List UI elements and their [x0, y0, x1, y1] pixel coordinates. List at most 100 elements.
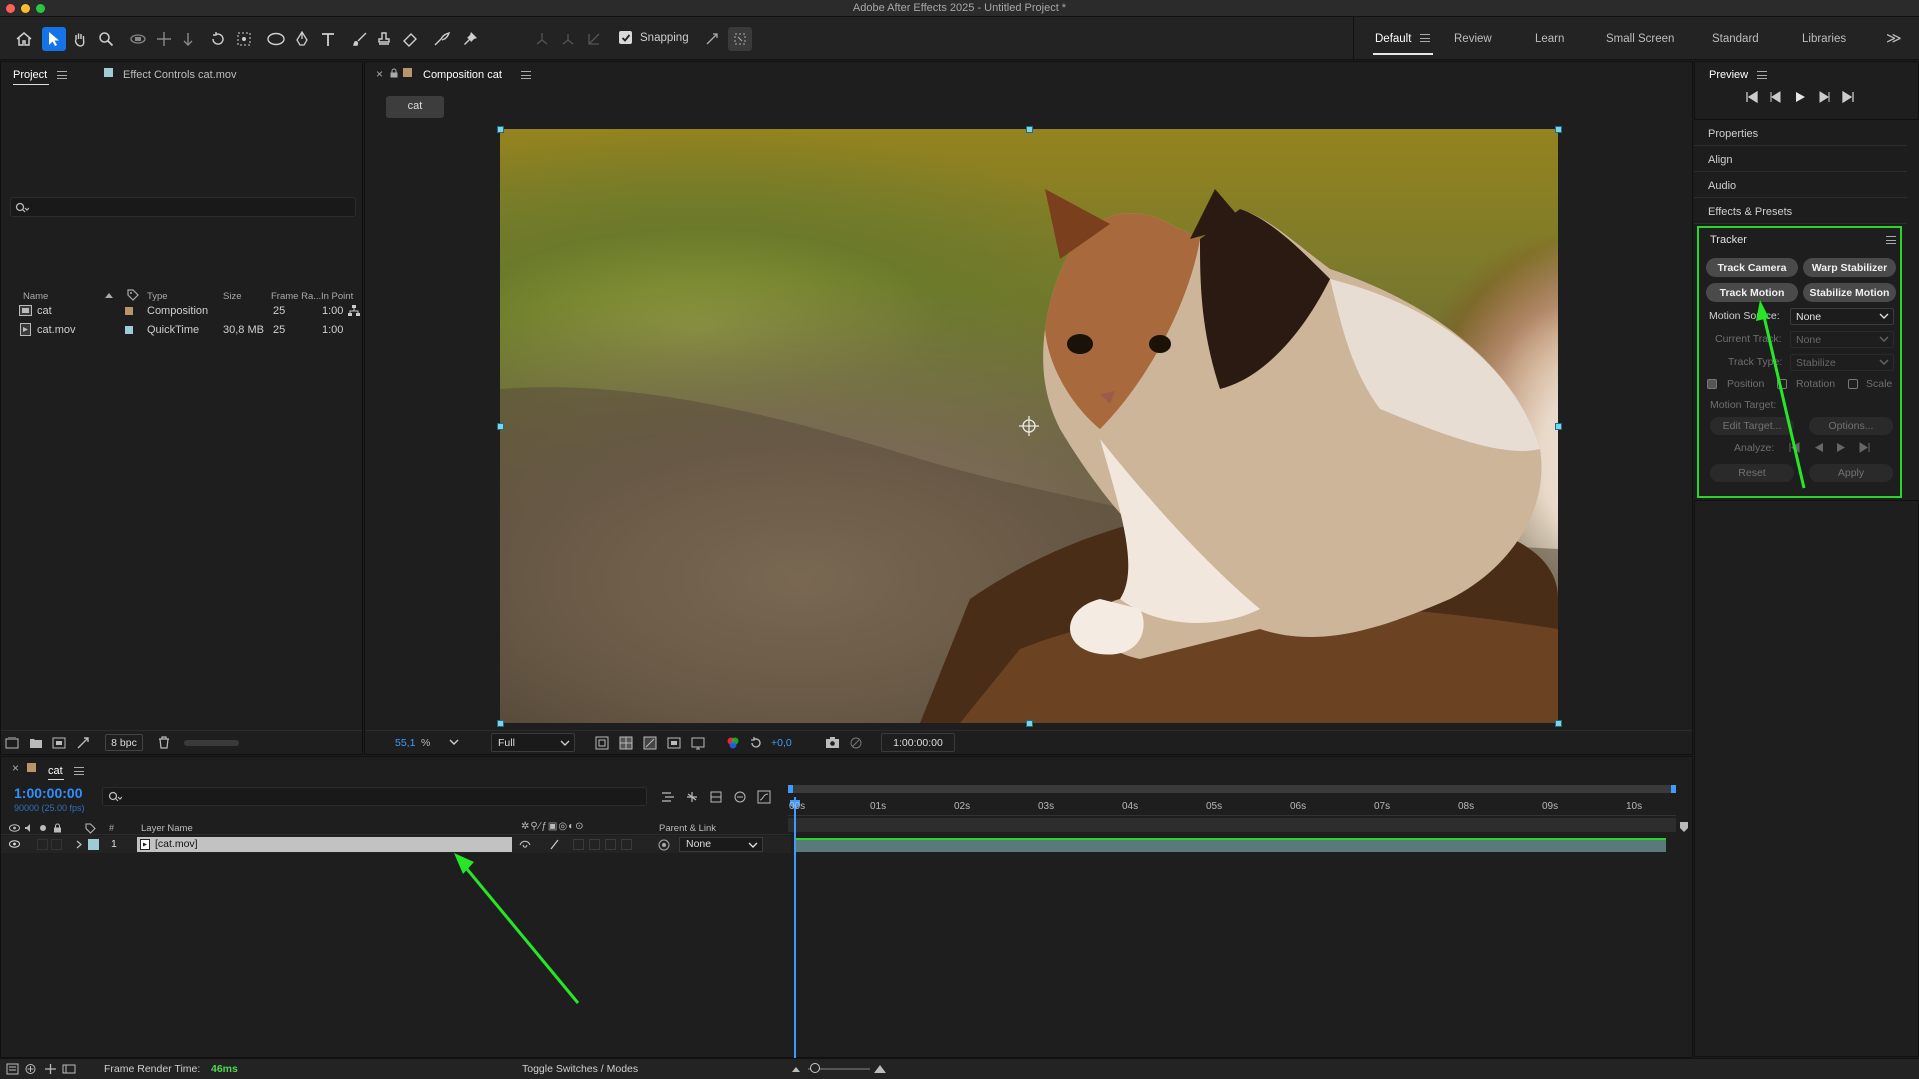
- column-frame-rate[interactable]: Frame Ra...: [271, 291, 321, 302]
- previous-frame-icon[interactable]: [1769, 91, 1783, 103]
- exposure-value[interactable]: +0,0: [771, 737, 792, 749]
- comp-panel-menu-icon[interactable]: [521, 71, 531, 79]
- rotation-tool-icon[interactable]: [206, 27, 230, 51]
- analyze-forward-one-icon[interactable]: [1859, 442, 1871, 453]
- column-in-point[interactable]: In Point: [321, 291, 353, 302]
- options-button[interactable]: Options...: [1809, 417, 1893, 435]
- track-motion-button[interactable]: Track Motion: [1706, 283, 1798, 302]
- panel-audio[interactable]: Audio: [1694, 173, 1907, 198]
- expand-transfer-controls-icon[interactable]: [44, 1063, 57, 1075]
- 3d-view-icon[interactable]: [691, 736, 705, 750]
- thumbnail-size-slider[interactable]: [184, 740, 239, 746]
- project-item-cat[interactable]: cat Composition 25 1:00: [15, 302, 360, 320]
- brush-tool-icon[interactable]: [348, 27, 372, 51]
- label-column-icon[interactable]: [85, 823, 96, 834]
- panel-properties[interactable]: Properties: [1694, 121, 1907, 146]
- snap-features-icon[interactable]: [728, 27, 752, 51]
- parent-link-header[interactable]: Parent & Link: [659, 823, 716, 834]
- layer-label-swatch[interactable]: [88, 839, 99, 850]
- track-camera-button[interactable]: Track Camera: [1706, 258, 1798, 277]
- current-time-indicator[interactable]: [794, 797, 796, 1059]
- bit-depth-button[interactable]: 8 bpc: [105, 734, 143, 751]
- new-folder-icon[interactable]: [29, 737, 43, 749]
- close-tab-icon[interactable]: ×: [12, 761, 19, 775]
- position-checkbox[interactable]: [1707, 379, 1717, 389]
- tab-composition-cat[interactable]: Composition cat: [423, 69, 502, 81]
- mask-visibility-icon[interactable]: [643, 736, 657, 750]
- panel-effects-presets[interactable]: Effects & Presets: [1694, 199, 1907, 224]
- workspace-overflow-icon[interactable]: ≫: [1886, 29, 1902, 47]
- orbit-camera-icon[interactable]: [126, 27, 150, 51]
- track-type-select[interactable]: Stabilize: [1790, 354, 1894, 371]
- work-area-end-handle[interactable]: [1671, 785, 1676, 793]
- reset-exposure-icon[interactable]: [749, 736, 763, 750]
- resolution-select[interactable]: Full: [491, 733, 575, 752]
- work-area-start-handle[interactable]: [788, 785, 793, 793]
- zoom-dropdown-chevron-icon[interactable]: [449, 738, 459, 746]
- preview-menu-icon[interactable]: [1757, 71, 1767, 79]
- parent-pick-whip-icon[interactable]: [658, 839, 670, 851]
- transform-handle-top-right[interactable]: [1555, 126, 1562, 133]
- tracker-menu-icon[interactable]: [1886, 236, 1896, 244]
- clone-stamp-icon[interactable]: [372, 27, 396, 51]
- column-type[interactable]: Type: [147, 291, 168, 302]
- dependencies-icon[interactable]: [76, 736, 90, 750]
- type-tool-icon[interactable]: [316, 27, 340, 51]
- hide-shy-layers-icon[interactable]: [709, 790, 723, 804]
- workspace-menu-icon[interactable]: [1420, 34, 1430, 42]
- shy-switch-icon[interactable]: [519, 839, 531, 850]
- analyze-backward-one-icon[interactable]: [1788, 442, 1800, 453]
- flowchart-icon[interactable]: [348, 305, 360, 317]
- snapping-checkbox[interactable]: [619, 31, 632, 44]
- comp-marker-bin-icon[interactable]: [1679, 821, 1689, 833]
- label-color-swatch[interactable]: [125, 326, 133, 334]
- zoom-value[interactable]: 55,1: [395, 737, 415, 749]
- transform-handle-top[interactable]: [1026, 126, 1033, 133]
- column-name[interactable]: Name: [23, 291, 48, 302]
- current-time-display[interactable]: 1:00:00:00: [881, 733, 955, 752]
- draft-3d-icon[interactable]: [685, 790, 699, 804]
- transform-handle-bottom-right[interactable]: [1555, 720, 1562, 727]
- project-search-input[interactable]: [10, 197, 356, 217]
- audio-icon[interactable]: [24, 823, 34, 833]
- tab-project[interactable]: Project: [13, 69, 47, 81]
- render-queue-icon[interactable]: [6, 1063, 19, 1075]
- parent-select[interactable]: None: [679, 837, 763, 852]
- lock-icon[interactable]: [389, 68, 399, 78]
- timeline-current-time[interactable]: 1:00:00:00: [14, 785, 83, 801]
- transform-handle-bottom[interactable]: [1026, 720, 1033, 727]
- hand-tool-icon[interactable]: [68, 27, 92, 51]
- ellipse-tool-icon[interactable]: [264, 27, 288, 51]
- layer-solo-toggle[interactable]: [37, 839, 48, 850]
- home-icon[interactable]: [12, 27, 36, 51]
- first-frame-icon[interactable]: [1745, 91, 1759, 103]
- next-frame-icon[interactable]: [1817, 91, 1831, 103]
- frame-blending-icon[interactable]: [733, 790, 747, 804]
- guides-icon[interactable]: [667, 736, 681, 750]
- new-composition-icon[interactable]: [52, 737, 66, 749]
- show-snapshot-icon[interactable]: [849, 736, 863, 750]
- project-item-cat-mov[interactable]: cat.mov QuickTime 30,8 MB 25 1:00: [15, 321, 360, 339]
- analyze-forward-icon[interactable]: [1836, 442, 1847, 453]
- roto-brush-icon[interactable]: [430, 27, 454, 51]
- zoom-tool-icon[interactable]: [94, 27, 118, 51]
- eraser-icon[interactable]: [398, 27, 422, 51]
- tab-timeline-cat[interactable]: cat: [48, 765, 63, 777]
- play-icon[interactable]: [1794, 91, 1806, 103]
- last-frame-icon[interactable]: [1841, 91, 1855, 103]
- transform-handle-left[interactable]: [497, 423, 504, 430]
- zoom-out-time-icon[interactable]: [791, 1065, 801, 1073]
- timeline-menu-icon[interactable]: [74, 767, 84, 775]
- transform-handle-right[interactable]: [1555, 423, 1562, 430]
- effect-switch[interactable]: [573, 839, 584, 850]
- stabilize-motion-button[interactable]: Stabilize Motion: [1803, 283, 1896, 302]
- layer-row[interactable]: 1 [cat.mov] None: [1, 836, 791, 853]
- frame-blend-switch[interactable]: [589, 839, 600, 850]
- expand-layer-chevron-icon[interactable]: [75, 840, 83, 849]
- project-panel-menu-icon[interactable]: [57, 71, 67, 79]
- trash-icon[interactable]: [158, 736, 170, 749]
- timeline-search-input[interactable]: [102, 787, 647, 806]
- work-area-bar[interactable]: [788, 785, 1676, 793]
- sort-ascending-icon[interactable]: [104, 291, 114, 299]
- current-track-select[interactable]: None: [1790, 331, 1894, 348]
